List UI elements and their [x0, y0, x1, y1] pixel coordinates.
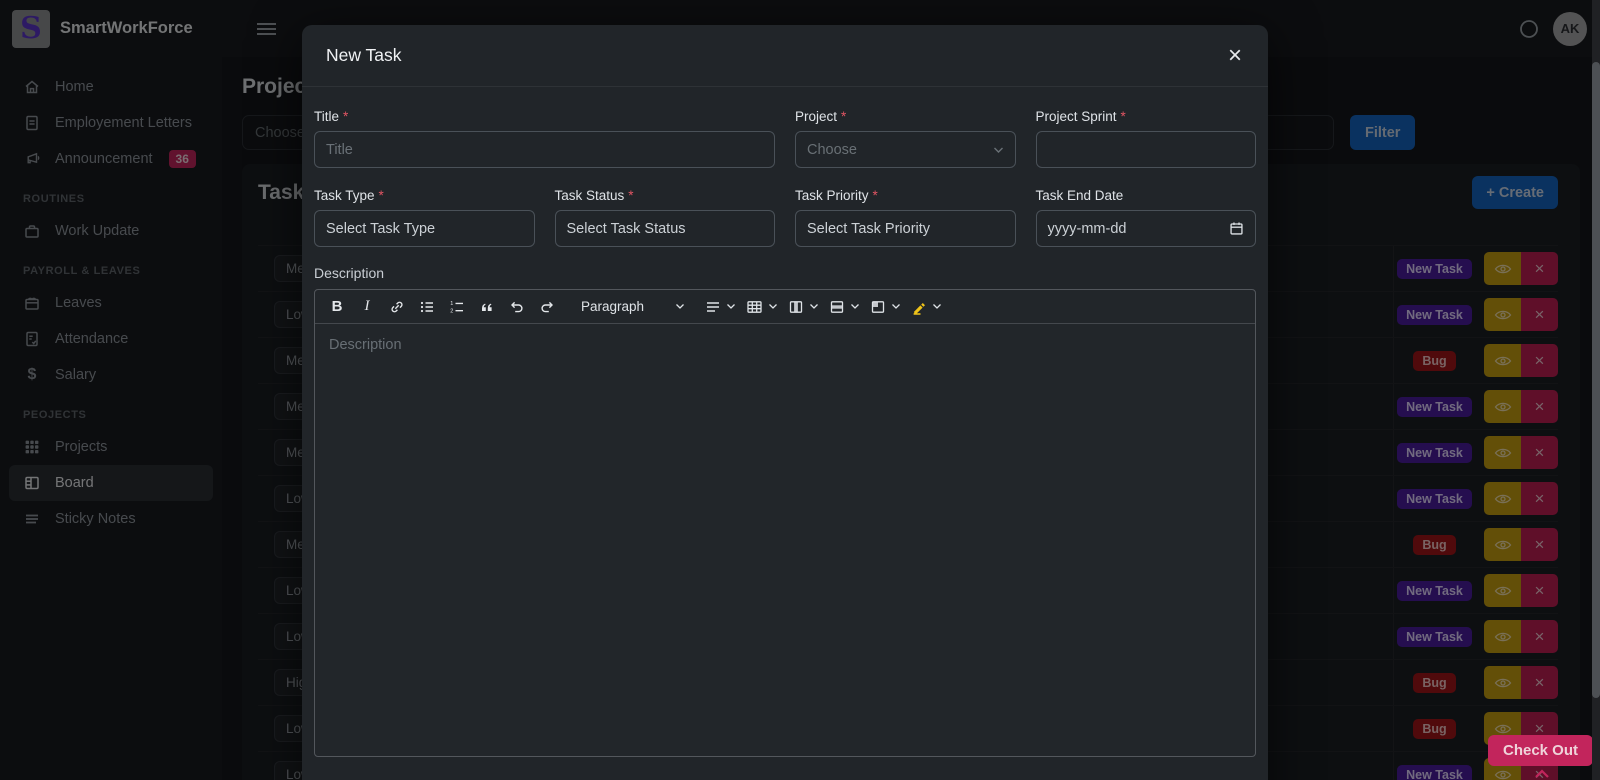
chevron-up-icon[interactable]: [1534, 769, 1550, 779]
task-type-select[interactable]: Select Task Type: [314, 210, 535, 247]
description-label: Description: [314, 265, 384, 281]
link-icon: [389, 299, 405, 315]
undo-icon: [509, 299, 525, 315]
merge-cells-dropdown[interactable]: [866, 294, 905, 320]
description-editor-area[interactable]: Description: [315, 324, 1255, 756]
field-label: Task Status*: [555, 188, 776, 203]
field-label: Project Sprint*: [1036, 109, 1257, 124]
required-asterisk: *: [379, 188, 384, 203]
required-asterisk: *: [1121, 109, 1126, 124]
required-asterisk: *: [628, 188, 633, 203]
required-asterisk: *: [873, 188, 878, 203]
scrollbar-thumb[interactable]: [1592, 62, 1600, 698]
chevron-down-icon: [932, 303, 942, 310]
rich-text-editor: B I 12 Paragraph: [314, 289, 1256, 757]
align-icon: [705, 299, 721, 315]
redo-button[interactable]: [533, 294, 561, 320]
project-sprint-input[interactable]: [1036, 131, 1257, 168]
paragraph-dropdown-value: Paragraph: [581, 299, 644, 314]
table-column-icon: [788, 299, 804, 315]
page-scrollbar: [1592, 0, 1600, 780]
field-label: Title*: [314, 109, 775, 124]
table-icon: [746, 299, 763, 315]
highlight-dropdown[interactable]: [907, 294, 946, 320]
new-task-modal: New Task × Title* Project* Choose Projec…: [302, 25, 1268, 780]
date-value: yyyy-mm-dd: [1048, 221, 1127, 237]
row-tools-dropdown[interactable]: [825, 294, 864, 320]
modal-title: New Task: [326, 45, 402, 66]
field-label: Task End Date: [1036, 188, 1257, 203]
chevron-down-icon: [726, 303, 736, 310]
chevron-down-icon: [809, 303, 819, 310]
italic-button[interactable]: I: [353, 294, 381, 320]
title-input[interactable]: [314, 131, 775, 168]
column-tools-dropdown[interactable]: [784, 294, 823, 320]
align-dropdown[interactable]: [701, 294, 740, 320]
close-button[interactable]: ×: [1226, 44, 1244, 68]
field-task-type: Task Type* Select Task Type: [314, 188, 535, 247]
blockquote-icon: [479, 299, 495, 315]
field-label: Task Priority*: [795, 188, 1016, 203]
field-project: Project* Choose: [795, 109, 1016, 168]
task-status-select[interactable]: Select Task Status: [555, 210, 776, 247]
svg-text:1: 1: [450, 301, 453, 307]
modal-header: New Task ×: [302, 25, 1268, 87]
insert-table-dropdown[interactable]: [742, 294, 782, 320]
svg-text:2: 2: [450, 308, 453, 314]
merge-cells-icon: [870, 299, 886, 315]
numbered-list-icon: 12: [449, 299, 465, 315]
task-status-value: Select Task Status: [567, 221, 686, 237]
chevron-down-icon: [891, 303, 901, 310]
field-project-sprint: Project Sprint*: [1036, 109, 1257, 168]
field-task-status: Task Status* Select Task Status: [555, 188, 776, 247]
redo-icon: [539, 299, 555, 315]
required-asterisk: *: [841, 109, 846, 124]
task-type-value: Select Task Type: [326, 221, 435, 237]
highlight-marker-icon: [911, 299, 927, 315]
editor-toolbar: B I 12 Paragraph: [315, 290, 1255, 324]
task-end-date-input[interactable]: yyyy-mm-dd: [1036, 210, 1257, 247]
chevron-down-icon: [675, 303, 685, 310]
field-task-priority: Task Priority* Select Task Priority: [795, 188, 1016, 247]
field-label: Task Type*: [314, 188, 535, 203]
chevron-down-icon: [768, 303, 778, 310]
field-label: Project*: [795, 109, 1016, 124]
link-button[interactable]: [383, 294, 411, 320]
checkout-button[interactable]: Check Out: [1488, 735, 1593, 766]
bulleted-list-icon: [419, 299, 435, 315]
required-asterisk: *: [343, 109, 348, 124]
close-icon: ×: [1228, 42, 1242, 69]
paragraph-dropdown[interactable]: Paragraph: [577, 294, 689, 320]
chevron-down-icon: [850, 303, 860, 310]
calendar-icon: [1229, 221, 1244, 236]
project-select[interactable]: Choose: [795, 131, 1016, 168]
numbered-list-button[interactable]: 12: [443, 294, 471, 320]
blockquote-button[interactable]: [473, 294, 501, 320]
bulleted-list-button[interactable]: [413, 294, 441, 320]
undo-button[interactable]: [503, 294, 531, 320]
field-task-end-date: Task End Date yyyy-mm-dd: [1036, 188, 1257, 247]
task-priority-select[interactable]: Select Task Priority: [795, 210, 1016, 247]
chevron-down-icon: [993, 146, 1004, 154]
table-row-icon: [829, 299, 845, 315]
modal-body: Title* Project* Choose Project Sprint* T…: [302, 87, 1268, 773]
task-priority-value: Select Task Priority: [807, 221, 930, 237]
bold-button[interactable]: B: [323, 294, 351, 320]
project-select-value: Choose: [807, 142, 857, 158]
field-title: Title*: [314, 109, 775, 168]
description-block: Description B I 12 Paragraph: [314, 265, 1256, 757]
